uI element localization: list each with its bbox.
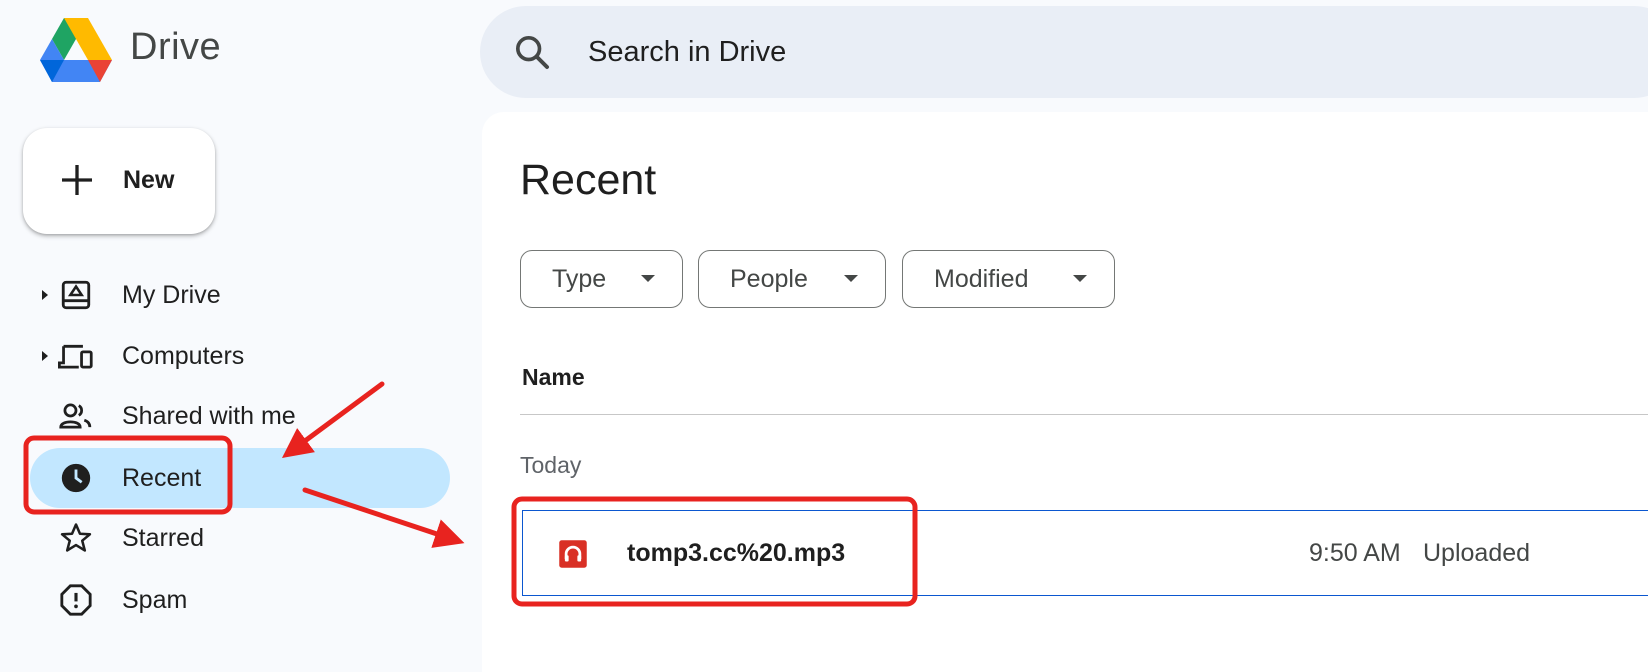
file-status: Uploaded bbox=[1423, 539, 1531, 567]
sidebar-item-spam[interactable]: Spam bbox=[30, 570, 450, 630]
shared-icon bbox=[59, 403, 92, 429]
search-bar[interactable]: Search in Drive bbox=[480, 6, 1648, 98]
dropdown-arrow-icon bbox=[844, 275, 858, 282]
sidebar-item-shared-with-me[interactable]: Shared with me bbox=[30, 386, 450, 446]
file-name[interactable]: tomp3.cc%20.mp3 bbox=[627, 539, 845, 568]
spam-icon bbox=[60, 584, 92, 616]
sidebar-item-recent[interactable]: Recent bbox=[30, 448, 450, 508]
chip-label: Modified bbox=[934, 265, 1029, 293]
file-time: 9:50 AM bbox=[1309, 539, 1401, 567]
my-drive-icon bbox=[61, 280, 91, 310]
sidebar-item-label: My Drive bbox=[122, 281, 221, 309]
plus-icon bbox=[62, 165, 92, 195]
brand-name: Drive bbox=[130, 26, 222, 68]
sidebar-item-computers[interactable]: Computers bbox=[30, 326, 450, 386]
search-input[interactable]: Search in Drive bbox=[588, 36, 786, 69]
new-button[interactable]: New bbox=[23, 128, 215, 234]
clock-icon bbox=[61, 463, 91, 493]
computers-icon bbox=[58, 344, 93, 369]
new-button-label: New bbox=[123, 166, 175, 194]
expand-caret-icon[interactable] bbox=[40, 349, 50, 363]
sidebar-item-label: Recent bbox=[122, 464, 202, 492]
filter-people-chip[interactable]: People bbox=[698, 250, 886, 308]
dropdown-arrow-icon bbox=[1073, 275, 1087, 282]
sidebar-item-label: Shared with me bbox=[122, 402, 296, 430]
sidebar-item-label: Spam bbox=[122, 586, 188, 614]
search-icon[interactable] bbox=[512, 32, 552, 72]
file-row[interactable]: tomp3.cc%20.mp3 9:50 AM Uploaded bbox=[522, 510, 1648, 596]
chip-label: People bbox=[730, 265, 808, 293]
filter-type-chip[interactable]: Type bbox=[520, 250, 683, 308]
sidebar-item-label: Computers bbox=[122, 342, 245, 370]
filter-modified-chip[interactable]: Modified bbox=[902, 250, 1115, 308]
expand-caret-icon[interactable] bbox=[40, 288, 50, 302]
drive-logo[interactable] bbox=[40, 18, 112, 82]
column-header-name[interactable]: Name bbox=[522, 364, 585, 391]
header-divider bbox=[520, 414, 1648, 415]
star-icon bbox=[60, 523, 92, 552]
dropdown-arrow-icon bbox=[641, 275, 655, 282]
page-title: Recent bbox=[520, 156, 657, 204]
sidebar-item-label: Starred bbox=[122, 524, 204, 552]
chip-label: Type bbox=[552, 265, 607, 293]
sidebar-item-starred[interactable]: Starred bbox=[30, 508, 450, 568]
sidebar-item-my-drive[interactable]: My Drive bbox=[30, 265, 450, 325]
audio-file-icon bbox=[559, 540, 587, 568]
group-label-today: Today bbox=[520, 452, 582, 478]
